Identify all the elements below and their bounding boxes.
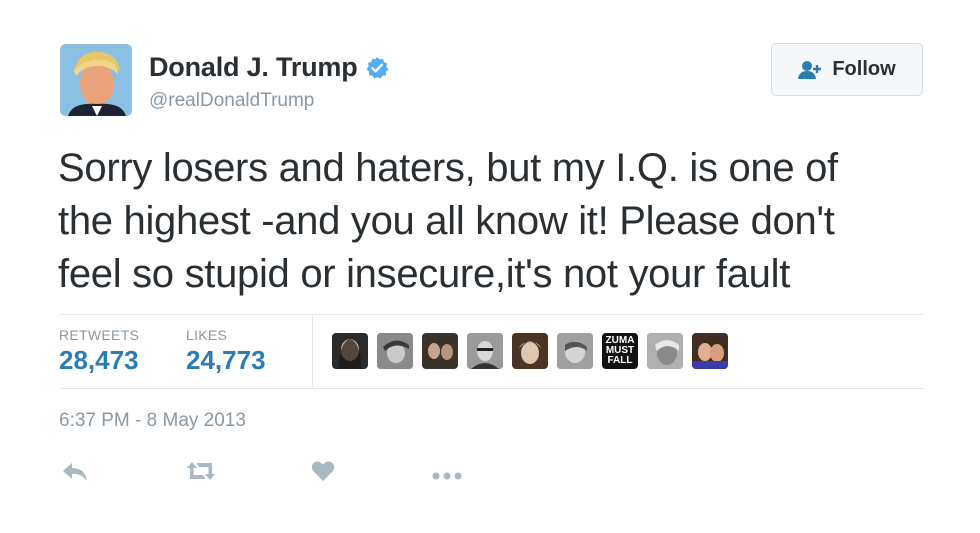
reply-icon <box>63 463 87 481</box>
liker-avatar[interactable] <box>422 333 458 369</box>
like-button[interactable] <box>311 460 335 487</box>
retweets-stat[interactable]: RETWEETS 28,473 <box>59 327 139 376</box>
profile-avatar[interactable] <box>60 44 132 116</box>
user-display-name[interactable]: Donald J. Trump <box>149 52 358 83</box>
verified-badge-icon <box>366 56 388 79</box>
liker-avatar[interactable] <box>467 333 503 369</box>
more-button[interactable] <box>432 467 462 485</box>
liker-avatar[interactable] <box>692 333 728 369</box>
follow-button[interactable]: Follow <box>771 43 923 96</box>
stats-divider <box>312 315 313 387</box>
tweet-line: Sorry losers and haters, but my I.Q. is … <box>58 146 838 190</box>
user-handle[interactable]: @realDonaldTrump <box>149 90 314 112</box>
tweet-stats: RETWEETS 28,473 LIKES 24,773 ZUMA MUST F… <box>59 314 924 389</box>
retweets-count: 28,473 <box>59 345 139 375</box>
follow-label: Follow <box>832 58 896 80</box>
liker-avatar[interactable] <box>647 333 683 369</box>
liker-avatar[interactable] <box>512 333 548 369</box>
tweet-timestamp[interactable]: 6:37 PM - 8 May 2013 <box>59 410 246 432</box>
liker-avatar-zuma[interactable]: ZUMA MUST FALL <box>602 333 638 369</box>
tweet-action-bar <box>0 458 980 488</box>
like-heart-icon <box>311 461 335 481</box>
likes-stat[interactable]: LIKES 24,773 <box>186 327 266 376</box>
retweet-button[interactable] <box>186 460 216 487</box>
add-user-icon <box>798 60 822 79</box>
tweet-line: the highest -and you all know it! Please… <box>58 199 835 243</box>
likes-count: 24,773 <box>186 345 266 375</box>
liker-avatar[interactable] <box>377 333 413 369</box>
zuma-text-line: FALL <box>607 355 633 366</box>
liker-avatar[interactable] <box>557 333 593 369</box>
tweet-text: Sorry losers and haters, but my I.Q. is … <box>58 142 938 301</box>
liker-avatars: ZUMA MUST FALL <box>332 333 737 369</box>
retweet-icon <box>187 462 215 480</box>
liker-avatar[interactable] <box>332 333 368 369</box>
retweets-label: RETWEETS <box>59 327 140 343</box>
tweet-line: feel so stupid or insecure,it's not your… <box>58 252 791 296</box>
more-dots-icon <box>432 472 462 480</box>
likes-label: LIKES <box>186 327 228 343</box>
reply-button[interactable] <box>62 462 88 487</box>
user-name-row[interactable]: Donald J. Trump <box>149 52 389 83</box>
